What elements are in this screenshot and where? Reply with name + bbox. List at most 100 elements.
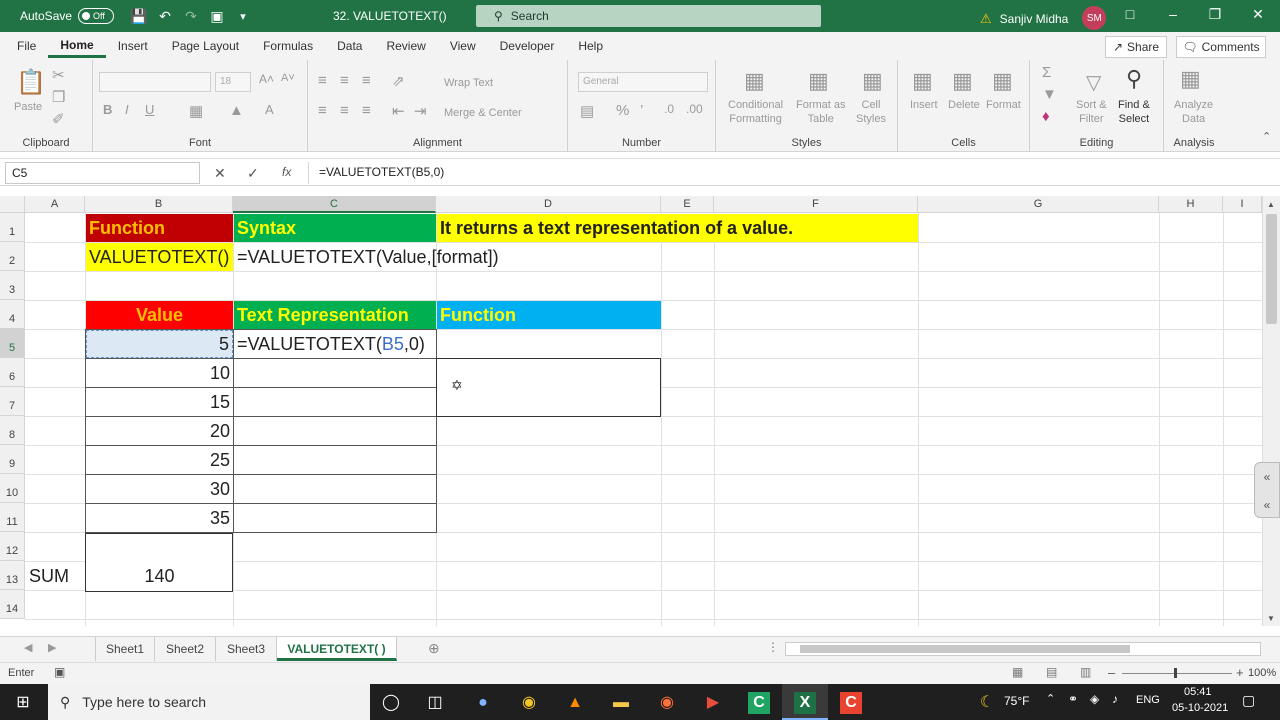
autosave-toggle[interactable]: Off bbox=[78, 8, 115, 24]
align-right-icon[interactable]: ≡ bbox=[362, 102, 371, 119]
insert-function-icon[interactable]: fx bbox=[282, 165, 291, 179]
increase-font-icon[interactable]: A˄ bbox=[259, 72, 274, 86]
macro-record-icon[interactable]: ▣ bbox=[54, 665, 65, 679]
increase-indent-icon[interactable]: ⇥ bbox=[414, 102, 427, 120]
merge-center-button[interactable]: Merge & Center bbox=[444, 106, 522, 120]
row-header-13[interactable]: 13 bbox=[0, 561, 25, 590]
menu-home[interactable]: Home bbox=[48, 38, 106, 58]
column-header-b[interactable]: B bbox=[85, 196, 233, 213]
percent-icon[interactable]: % bbox=[616, 102, 629, 119]
side-panel-handle[interactable]: «« bbox=[1254, 462, 1280, 518]
column-header-g[interactable]: G bbox=[918, 196, 1159, 213]
sheet-tab-1[interactable]: Sheet1 bbox=[95, 637, 155, 661]
zoom-out-icon[interactable]: – bbox=[1108, 665, 1115, 680]
column-header-c[interactable]: C bbox=[233, 196, 436, 213]
font-color-icon[interactable]: A bbox=[265, 102, 274, 117]
fill-color-icon[interactable]: ▲ bbox=[229, 102, 244, 119]
insert-cells-icon[interactable]: ▦ bbox=[912, 68, 933, 94]
cell-c4[interactable]: Text Representation bbox=[234, 301, 436, 329]
cell-a13[interactable]: SUM bbox=[26, 562, 85, 591]
find-select-button[interactable]: Find & Select bbox=[1118, 98, 1150, 126]
column-header-d[interactable]: D bbox=[436, 196, 661, 213]
insert-cells-button[interactable]: Insert bbox=[910, 98, 938, 112]
fill-icon[interactable]: ▼ bbox=[1042, 86, 1057, 103]
cell-d6-range[interactable]: ✡ bbox=[436, 358, 661, 417]
close-icon[interactable]: ✕ bbox=[1248, 6, 1268, 23]
cell-b9[interactable]: 25 bbox=[86, 446, 233, 474]
sheet-tab-2[interactable]: Sheet2 bbox=[155, 637, 216, 661]
conditional-formatting-icon[interactable]: ▦ bbox=[744, 68, 765, 94]
cell-b8[interactable]: 20 bbox=[86, 417, 233, 445]
paste-label[interactable]: Paste bbox=[14, 100, 42, 114]
orientation-icon[interactable]: ⇗ bbox=[392, 72, 405, 90]
cell-c2[interactable]: =VALUETOTEXT(Value,[format]) bbox=[234, 243, 499, 271]
cell-b2[interactable]: VALUETOTEXT() bbox=[86, 243, 233, 271]
maximize-icon[interactable]: ❐ bbox=[1205, 6, 1225, 23]
delete-cells-icon[interactable]: ▦ bbox=[952, 68, 973, 94]
delete-cells-button[interactable]: Delete bbox=[948, 98, 980, 112]
row-header-3[interactable]: 3 bbox=[0, 271, 25, 300]
align-top-icon[interactable]: ≡ bbox=[318, 72, 327, 89]
avatar[interactable]: SM bbox=[1082, 6, 1107, 30]
cell-b6[interactable]: 10 bbox=[86, 359, 233, 387]
row-header-5[interactable]: 5 bbox=[0, 329, 25, 358]
search-box[interactable]: ⚲ Search bbox=[476, 5, 821, 27]
volume-icon[interactable]: ♪ bbox=[1112, 692, 1118, 706]
menu-data[interactable]: Data bbox=[325, 39, 374, 53]
ribbon-display-icon[interactable]: □ bbox=[1120, 6, 1140, 22]
comments-button[interactable]: 🗨 Comments bbox=[1176, 36, 1266, 58]
clock-date[interactable]: 05-10-2021 bbox=[1172, 702, 1228, 714]
font-size-combo[interactable]: 18 bbox=[215, 72, 251, 92]
print-preview-icon[interactable]: ▣ bbox=[206, 8, 228, 25]
menu-help[interactable]: Help bbox=[566, 39, 615, 53]
taskbar-search[interactable]: ⚲ Type here to search bbox=[48, 684, 370, 720]
autosum-icon[interactable]: Σ bbox=[1042, 64, 1051, 81]
column-header-f[interactable]: F bbox=[714, 196, 918, 213]
row-header-10[interactable]: 10 bbox=[0, 474, 25, 503]
format-cells-icon[interactable]: ▦ bbox=[992, 68, 1013, 94]
save-icon[interactable]: 💾 bbox=[128, 8, 150, 25]
underline-icon[interactable]: U bbox=[145, 102, 154, 117]
collapse-ribbon-icon[interactable]: ⌃ bbox=[1262, 130, 1271, 143]
cell-d4[interactable]: Function bbox=[437, 301, 661, 329]
tray-up-icon[interactable]: ⌃ bbox=[1046, 692, 1055, 705]
media-app-icon[interactable]: ▶ bbox=[702, 692, 724, 714]
column-header-a[interactable]: A bbox=[25, 196, 85, 213]
cell-styles-button[interactable]: Cell Styles bbox=[856, 98, 886, 126]
conditional-formatting-button[interactable]: Conditional Formatting bbox=[728, 98, 783, 126]
minimize-icon[interactable]: – bbox=[1163, 6, 1183, 22]
cell-d1[interactable]: It returns a text representation of a va… bbox=[437, 214, 918, 242]
menu-insert[interactable]: Insert bbox=[106, 39, 160, 53]
vertical-scrollbar[interactable]: ▲ ▼ bbox=[1262, 196, 1280, 626]
weather-temp[interactable]: 75°F bbox=[1004, 694, 1029, 708]
select-all-corner[interactable] bbox=[0, 196, 25, 213]
cell-c1[interactable]: Syntax bbox=[234, 214, 436, 242]
column-header-e[interactable]: E bbox=[661, 196, 714, 213]
align-center-icon[interactable]: ≡ bbox=[340, 102, 349, 119]
row-header-1[interactable]: 1 bbox=[0, 213, 25, 242]
cell-b11[interactable]: 35 bbox=[86, 504, 233, 532]
customize-qat-icon[interactable]: ▾ bbox=[232, 10, 254, 23]
name-box[interactable]: C5 bbox=[5, 162, 200, 184]
column-header-i[interactable]: I bbox=[1223, 196, 1262, 213]
input-language[interactable]: ENG bbox=[1136, 694, 1160, 706]
clock-time[interactable]: 05:41 bbox=[1184, 686, 1212, 698]
align-middle-icon[interactable]: ≡ bbox=[340, 72, 349, 89]
firefox-icon[interactable]: ◉ bbox=[656, 692, 678, 714]
menu-review[interactable]: Review bbox=[374, 39, 437, 53]
sheet-tab-valuetotext[interactable]: VALUETOTEXT( ) bbox=[277, 637, 397, 661]
format-as-table-icon[interactable]: ▦ bbox=[808, 68, 829, 94]
analyze-data-icon[interactable]: ▦ bbox=[1180, 66, 1201, 92]
prev-sheet-icon[interactable]: ◀ bbox=[24, 641, 32, 654]
align-left-icon[interactable]: ≡ bbox=[318, 102, 327, 119]
italic-icon[interactable]: I bbox=[125, 102, 129, 117]
format-painter-icon[interactable]: ✐ bbox=[52, 110, 65, 128]
tab-split-icon[interactable]: ⋮ bbox=[767, 640, 779, 654]
sort-filter-button[interactable]: Sort & Filter bbox=[1076, 98, 1107, 126]
menu-page-layout[interactable]: Page Layout bbox=[160, 39, 251, 53]
copy-icon[interactable]: ❐ bbox=[52, 88, 65, 106]
sort-filter-icon[interactable]: ▽ bbox=[1086, 70, 1101, 95]
decrease-indent-icon[interactable]: ⇤ bbox=[392, 102, 405, 120]
undo-icon[interactable]: ↶ bbox=[154, 8, 176, 25]
notifications-icon[interactable]: ▢ bbox=[1242, 692, 1255, 709]
